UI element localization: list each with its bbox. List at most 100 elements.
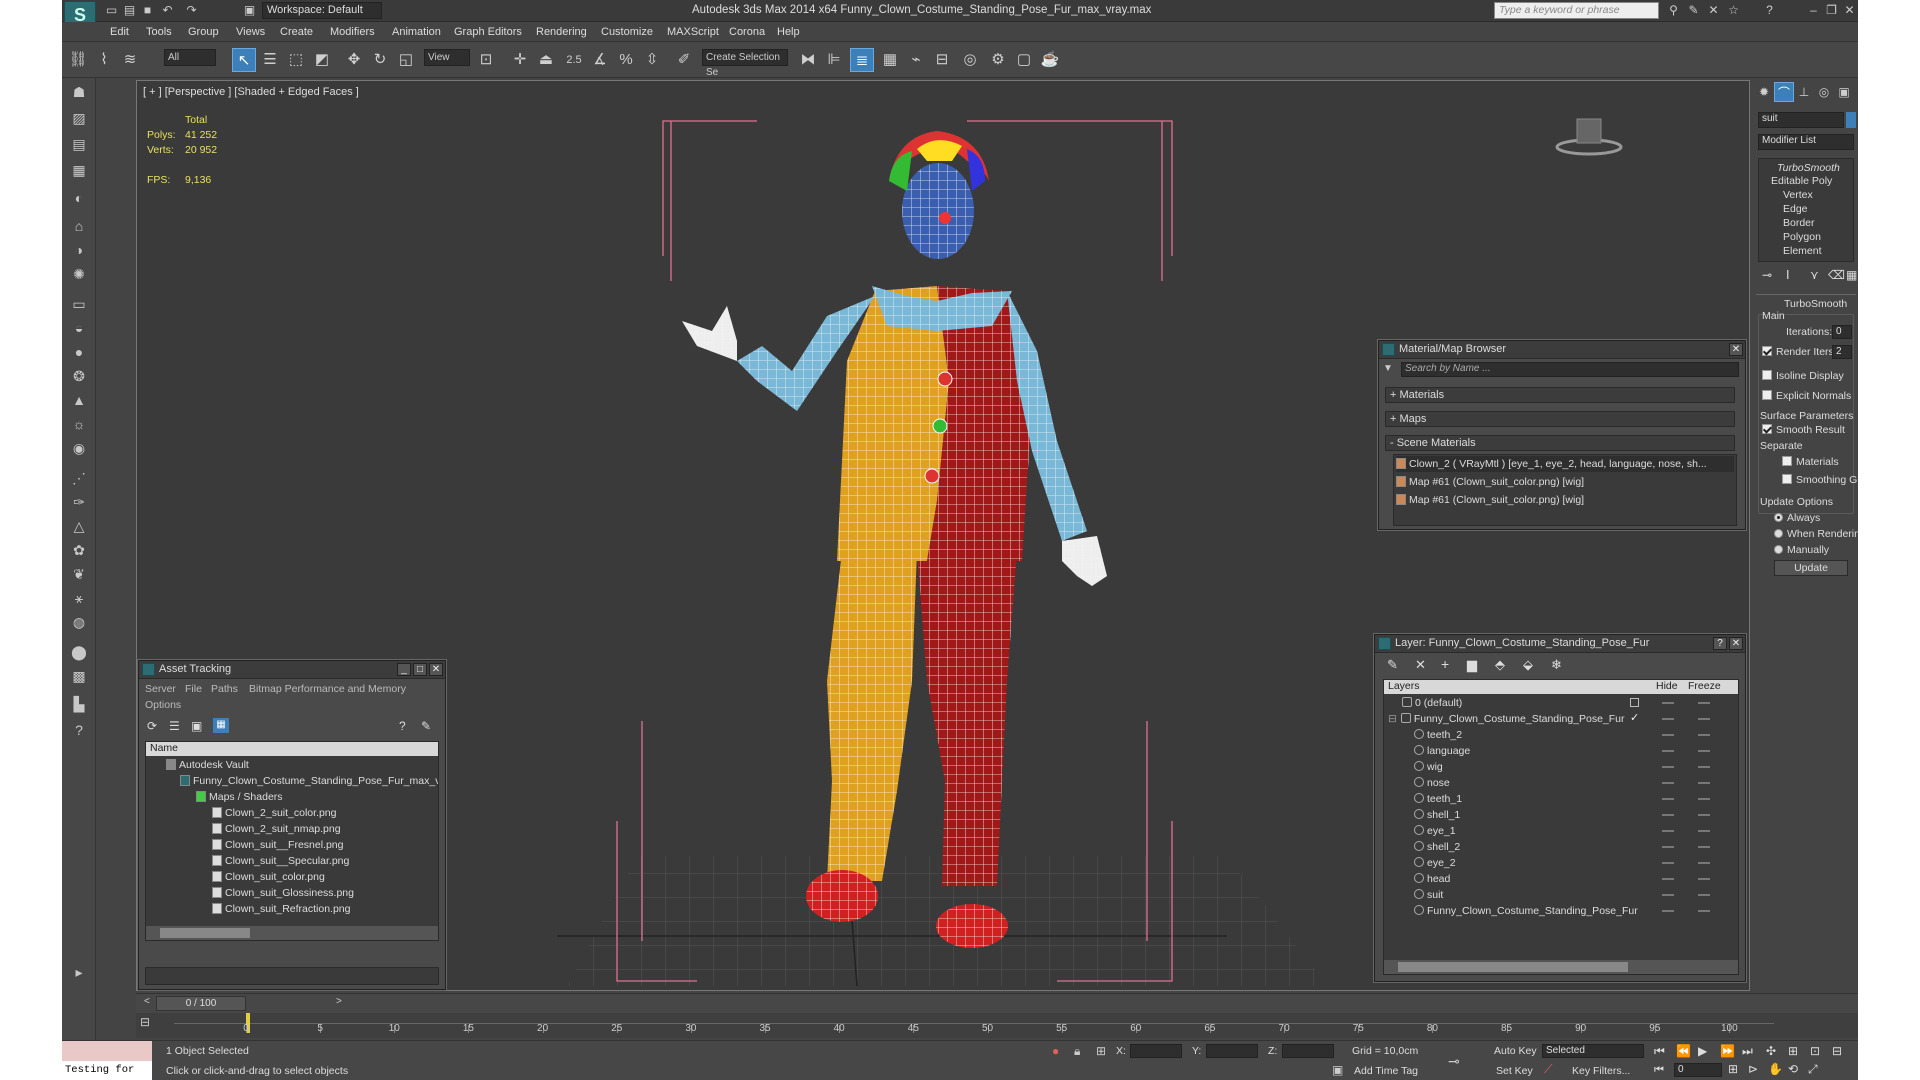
current-layer-check-icon[interactable]: ✓ xyxy=(1630,711,1639,724)
layer-tree[interactable]: Layers Hide Freeze 0 (default) ⊟ Funny_Cl… xyxy=(1383,679,1739,975)
hierarchy-tab-icon[interactable]: ⊥ xyxy=(1794,82,1814,102)
layer-object-teeth-2[interactable]: teeth_2 xyxy=(1414,727,1462,743)
zoom-extents-icon[interactable]: ⊡ xyxy=(1810,1044,1820,1058)
smooth-result-checkbox[interactable]: Smooth Result xyxy=(1762,424,1845,436)
zoom-icon[interactable]: ✣ xyxy=(1766,1044,1776,1058)
zoom-extents-all-icon[interactable]: ⊟ xyxy=(1832,1044,1842,1058)
gear-sphere-icon[interactable]: ✿ xyxy=(67,538,91,562)
camera-icon[interactable]: ⌂ xyxy=(67,214,91,238)
scale-icon[interactable]: ◱ xyxy=(394,48,418,72)
select-objects-icon[interactable]: ▆ xyxy=(1467,657,1477,673)
select-by-name-icon[interactable]: ☰ xyxy=(258,48,282,72)
asset-maps-folder[interactable]: Maps / Shaders xyxy=(196,789,283,805)
layer-object-suit[interactable]: suit xyxy=(1414,887,1443,903)
when-rendering-radio[interactable]: When Rendering xyxy=(1774,528,1858,540)
material-item-clown2[interactable]: Clown_2 ( VRayMtl ) [eye_1, eye_2, head,… xyxy=(1396,456,1734,472)
minimize-icon[interactable]: – xyxy=(1806,3,1821,18)
asset-vault[interactable]: Autodesk Vault xyxy=(166,757,249,773)
expand-arrow-icon[interactable]: ▸ xyxy=(67,960,91,984)
open-file-icon[interactable]: ▤ xyxy=(122,3,137,18)
menu-graph-editors[interactable]: Graph Editors xyxy=(454,26,522,38)
menu-corona[interactable]: Corona xyxy=(729,26,765,38)
graphite-ribbon-icon[interactable]: ▦ xyxy=(878,48,902,72)
subscription-icon[interactable]: ✎ xyxy=(1686,3,1701,18)
save-file-icon[interactable]: ■ xyxy=(140,3,155,18)
sphere-gradient-icon[interactable]: ◍ xyxy=(67,610,91,634)
hide-column-header[interactable]: Hide xyxy=(1656,680,1678,693)
asset-map-file[interactable]: Clown_suit_color.png xyxy=(212,869,325,885)
layer-main[interactable]: ⊟ Funny_Clown_Costume_Standing_Pose_Fur xyxy=(1388,711,1625,727)
key-mode-icon[interactable]: ⏮ xyxy=(1654,1064,1664,1077)
play-icon[interactable]: ▶ xyxy=(1698,1044,1707,1058)
edit-named-selection-icon[interactable]: ✐ xyxy=(672,48,696,72)
current-frame-field[interactable]: 0 xyxy=(1674,1063,1722,1077)
add-time-tag[interactable]: Add Time Tag xyxy=(1354,1065,1418,1077)
layer-default[interactable]: 0 (default) xyxy=(1402,695,1462,711)
materials-section[interactable]: + Materials xyxy=(1385,387,1735,403)
table-view-icon[interactable]: ▦ xyxy=(213,718,229,733)
modifier-stack[interactable]: TurboSmooth Editable Poly Vertex Edge Bo… xyxy=(1758,158,1854,262)
align-icon[interactable]: ⊫ xyxy=(822,48,846,72)
motion-tab-icon[interactable]: ◎ xyxy=(1814,82,1834,102)
menu-edit[interactable]: Edit xyxy=(110,26,129,38)
close-icon[interactable]: ✕ xyxy=(429,663,443,676)
layer-object-eye-2[interactable]: eye_2 xyxy=(1414,855,1456,871)
menu-animation[interactable]: Animation xyxy=(392,26,441,38)
ball-icon[interactable]: ⬤ xyxy=(67,640,91,664)
grid-icon[interactable]: ▩ xyxy=(67,664,91,688)
asset-map-file[interactable]: Clown_suit_Refraction.png xyxy=(212,901,351,917)
smoothing-groups-checkbox[interactable]: Smoothing Groups xyxy=(1782,474,1858,486)
menu-modifiers[interactable]: Modifiers xyxy=(330,26,375,38)
material-editor-icon[interactable]: ◎ xyxy=(958,48,982,72)
redo-icon[interactable]: ↷ xyxy=(184,3,199,18)
layer-help-icon[interactable]: ? xyxy=(1713,637,1727,650)
select-object-icon[interactable]: ↖ xyxy=(232,48,256,72)
layer-object-head[interactable]: head xyxy=(1414,871,1450,887)
named-selection-dropdown[interactable]: Create Selection Se xyxy=(702,49,788,78)
asset-help-icon[interactable]: ? xyxy=(399,719,406,733)
snap-toggle-icon[interactable]: 2.5 xyxy=(562,48,586,72)
display-tab-icon[interactable]: ▣ xyxy=(1834,82,1854,102)
angle-snap-icon[interactable]: ∡ xyxy=(588,48,612,72)
select-manipulate-icon[interactable]: ✛ xyxy=(508,48,532,72)
material-browser-title-bar[interactable]: Material/Map Browser ✕ xyxy=(1379,341,1745,359)
create-tab-icon[interactable]: ✹ xyxy=(1754,82,1774,102)
unlink-icon[interactable]: ⌇ xyxy=(92,48,116,72)
spinner-snap-icon[interactable]: ⇳ xyxy=(640,48,664,72)
asset-map-file[interactable]: Clown_2_suit_color.png xyxy=(212,805,337,821)
scene-materials-section[interactable]: - Scene Materials xyxy=(1385,435,1735,451)
scene-materials-list[interactable]: Clown_2 ( VRayMtl ) [eye_1, eye_2, head,… xyxy=(1393,454,1737,526)
object-color-swatch[interactable] xyxy=(1846,112,1856,128)
list-icon[interactable]: ▤ xyxy=(67,132,91,156)
rectangular-selection-icon[interactable]: ⬚ xyxy=(284,48,308,72)
window-crossing-icon[interactable]: ◩ xyxy=(310,48,334,72)
browser-search-input[interactable]: Search by Name ... xyxy=(1401,362,1739,377)
map-item-61b[interactable]: Map #61 (Clown_suit_color.png) [wig] xyxy=(1396,492,1584,508)
sphere-icon[interactable]: ● xyxy=(67,340,91,364)
asset-map-file[interactable]: Clown_suit__Specular.png xyxy=(212,853,349,869)
asset-settings-icon[interactable]: ✎ xyxy=(421,719,431,733)
layers-column-header[interactable]: Layers xyxy=(1388,680,1420,693)
remove-modifier-icon[interactable]: ⌫ xyxy=(1828,268,1845,282)
render-iters-checkbox[interactable]: Render Iters: xyxy=(1762,346,1837,358)
y-coordinate-field[interactable] xyxy=(1206,1044,1258,1058)
binoculars-icon[interactable]: ⚲ xyxy=(1666,3,1681,18)
active-layer-box[interactable] xyxy=(1630,698,1639,707)
pan-icon[interactable]: ✋ xyxy=(1768,1062,1783,1076)
key-selection-dropdown[interactable]: Selected xyxy=(1542,1044,1644,1058)
workspace-dropdown[interactable]: Workspace: Default xyxy=(262,2,382,19)
layer-object-teeth-1[interactable]: teeth_1 xyxy=(1414,791,1462,807)
update-button[interactable]: Update xyxy=(1774,560,1848,576)
sun-icon[interactable]: ☼ xyxy=(67,412,91,436)
plant-icon[interactable]: ❦ xyxy=(67,562,91,586)
asset-menu-file[interactable]: File xyxy=(185,683,202,695)
sphere-half-icon[interactable]: ◒ xyxy=(67,316,91,340)
menu-views[interactable]: Views xyxy=(236,26,265,38)
always-radio[interactable]: Always xyxy=(1774,512,1820,524)
browser-options-icon[interactable]: ▼ xyxy=(1383,363,1393,374)
zoom-all-icon[interactable]: ⊞ xyxy=(1788,1044,1798,1058)
new-file-icon[interactable]: ▭ xyxy=(104,3,119,18)
asset-map-file[interactable]: Clown_suit__Fresnel.png xyxy=(212,837,343,853)
menu-customize[interactable]: Customize xyxy=(601,26,653,38)
box-icon[interactable]: ▭ xyxy=(67,292,91,316)
